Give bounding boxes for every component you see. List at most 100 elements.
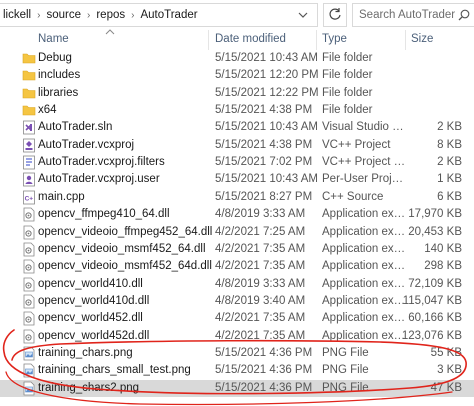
vcxproj-icon: [22, 138, 36, 153]
svg-text:C+: C+: [25, 195, 34, 202]
file-date-modified: 4/8/2019 3:40 AM: [215, 294, 306, 307]
file-size: 8 KB: [437, 138, 462, 151]
file-date-modified: 5/15/2021 7:02 PM: [215, 156, 313, 169]
file-size: 2 KB: [437, 156, 462, 169]
file-name: AutoTrader.vcxproj: [38, 138, 135, 151]
file-row[interactable]: libraries 5/15/2021 12:22 PM File folder: [0, 85, 474, 102]
file-type: File folder: [322, 69, 373, 82]
dll-icon: [22, 311, 36, 326]
folder-icon: [22, 51, 36, 66]
refresh-button[interactable]: [323, 3, 347, 27]
chevron-right-icon[interactable]: ›: [128, 10, 137, 21]
user-file-icon: [22, 172, 36, 187]
png-icon: [22, 363, 36, 378]
png-icon: [22, 381, 36, 396]
file-date-modified: 4/8/2019 3:33 AM: [215, 277, 306, 290]
file-size: 17,970 KB: [408, 208, 462, 221]
file-name: opencv_world410.dll: [38, 277, 143, 290]
file-row[interactable]: opencv_world452.dll 4/2/2021 7:35 AM Appli…: [0, 310, 474, 327]
file-size: 47 KB: [430, 381, 462, 394]
file-name: AutoTrader.vcxproj.user: [38, 173, 160, 186]
dll-icon: [22, 225, 36, 240]
dll-icon: [22, 207, 36, 222]
file-type: C++ Source: [322, 190, 384, 203]
filters-icon: [22, 155, 36, 170]
file-name: AutoTrader.vcxproj.filters: [38, 156, 165, 169]
file-row[interactable]: x64 5/15/2021 4:38 PM File folder: [0, 102, 474, 119]
file-type: Application extens...: [322, 225, 406, 238]
file-size: 60,166 KB: [408, 312, 462, 325]
search-input[interactable]: [359, 9, 459, 21]
file-date-modified: 5/15/2021 12:22 PM: [215, 86, 319, 99]
file-row[interactable]: opencv_videoio_msmf452_64d.dll 4/2/2021 7…: [0, 258, 474, 275]
column-divider[interactable]: [316, 30, 317, 50]
file-date-modified: 5/15/2021 4:36 PM: [215, 381, 313, 394]
address-toolbar: lickell › source › repos › AutoTrader: [0, 0, 474, 30]
file-row[interactable]: AutoTrader.vcxproj.filters 5/15/2021 7:02…: [0, 154, 474, 171]
file-type: Application extens...: [322, 312, 406, 325]
file-row[interactable]: Debug 5/15/2021 10:43 AM File folder: [0, 50, 474, 67]
file-date-modified: 5/15/2021 10:43 AM: [215, 121, 318, 134]
file-type: PNG File: [322, 364, 369, 377]
file-type: Application extens...: [322, 260, 406, 273]
png-icon: [22, 346, 36, 361]
file-date-modified: 5/15/2021 4:36 PM: [215, 364, 313, 377]
column-header-date[interactable]: Date modified: [215, 33, 286, 45]
file-row[interactable]: opencv_videoio_ffmpeg452_64.dll 4/2/2021 …: [0, 224, 474, 241]
file-row[interactable]: opencv_world452d.dll 4/2/2021 7:35 AM Appl…: [0, 328, 474, 345]
search-box[interactable]: [352, 3, 474, 27]
file-row[interactable]: opencv_world410.dll 4/8/2019 3:33 AM Appli…: [0, 276, 474, 293]
file-name: opencv_world452d.dll: [38, 329, 150, 342]
file-row[interactable]: AutoTrader.vcxproj 5/15/2021 4:38 PM VC++ …: [0, 137, 474, 154]
file-row[interactable]: AutoTrader.sln 5/15/2021 10:43 AM Visual S…: [0, 119, 474, 136]
file-size: 2 KB: [437, 121, 462, 134]
breadcrumb-repos[interactable]: repos: [93, 9, 128, 21]
file-row[interactable]: opencv_ffmpeg410_64.dll 4/8/2019 3:33 AM A…: [0, 206, 474, 223]
breadcrumb-user[interactable]: lickell: [0, 9, 34, 21]
file-row[interactable]: training_chars2.png 5/15/2021 4:36 PM PNG …: [0, 379, 474, 397]
file-row[interactable]: includes 5/15/2021 12:20 PM File folder: [0, 67, 474, 84]
file-name: main.cpp: [38, 190, 85, 203]
file-type: PNG File: [322, 346, 369, 359]
file-date-modified: 5/15/2021 10:43 AM: [215, 52, 318, 64]
folder-icon: [22, 86, 36, 101]
address-bar[interactable]: lickell › source › repos › AutoTrader: [0, 3, 318, 27]
column-divider[interactable]: [405, 30, 406, 50]
breadcrumb-autotrader[interactable]: AutoTrader: [137, 9, 200, 21]
file-row[interactable]: opencv_videoio_msmf452_64.dll 4/2/2021 7:…: [0, 241, 474, 258]
column-header: Name Date modified Type Size: [0, 29, 474, 50]
column-divider[interactable]: [208, 30, 209, 50]
file-date-modified: 4/2/2021 7:35 AM: [215, 312, 306, 325]
file-type: File folder: [322, 52, 373, 64]
file-date-modified: 4/2/2021 7:35 AM: [215, 329, 306, 342]
chevron-right-icon[interactable]: ›: [84, 10, 93, 21]
file-row[interactable]: training_chars.png 5/15/2021 4:36 PM PNG F…: [0, 345, 474, 362]
column-header-size[interactable]: Size: [411, 33, 433, 45]
file-row[interactable]: opencv_world410d.dll 4/8/2019 3:40 AM Appl…: [0, 293, 474, 310]
file-date-modified: 4/2/2021 7:35 AM: [215, 242, 306, 255]
dll-icon: [22, 294, 36, 309]
file-name: opencv_videoio_ffmpeg452_64.dll: [38, 225, 213, 238]
file-type: Visual Studio Solut...: [322, 121, 406, 134]
file-date-modified: 4/2/2021 7:35 AM: [215, 260, 306, 273]
column-header-name[interactable]: Name: [38, 33, 69, 45]
search-icon[interactable]: [458, 9, 470, 24]
file-size: 140 KB: [424, 242, 462, 255]
file-date-modified: 5/15/2021 4:38 PM: [215, 138, 313, 151]
breadcrumb-source[interactable]: source: [43, 9, 84, 21]
file-size: 6 KB: [437, 190, 462, 203]
file-row[interactable]: training_chars_small_test.png 5/15/2021 4…: [0, 362, 474, 379]
file-size: 298 KB: [424, 260, 462, 273]
file-name: includes: [38, 69, 81, 82]
folder-icon: [22, 103, 36, 118]
chevron-right-icon[interactable]: ›: [34, 10, 43, 21]
column-header-type[interactable]: Type: [322, 33, 347, 45]
dll-icon: [22, 329, 36, 344]
chevron-down-icon[interactable]: [297, 9, 309, 21]
file-row[interactable]: AutoTrader.vcxproj.user 5/15/2021 10:43 A…: [0, 171, 474, 188]
file-name: opencv_world410d.dll: [38, 294, 150, 307]
file-name: opencv_ffmpeg410_64.dll: [38, 208, 170, 221]
file-name: training_chars2.png: [38, 381, 140, 394]
file-row[interactable]: C+ main.cpp 5/15/2021 8:27 PM C++ Source 6 K…: [0, 189, 474, 206]
file-size: 55 KB: [430, 346, 462, 359]
